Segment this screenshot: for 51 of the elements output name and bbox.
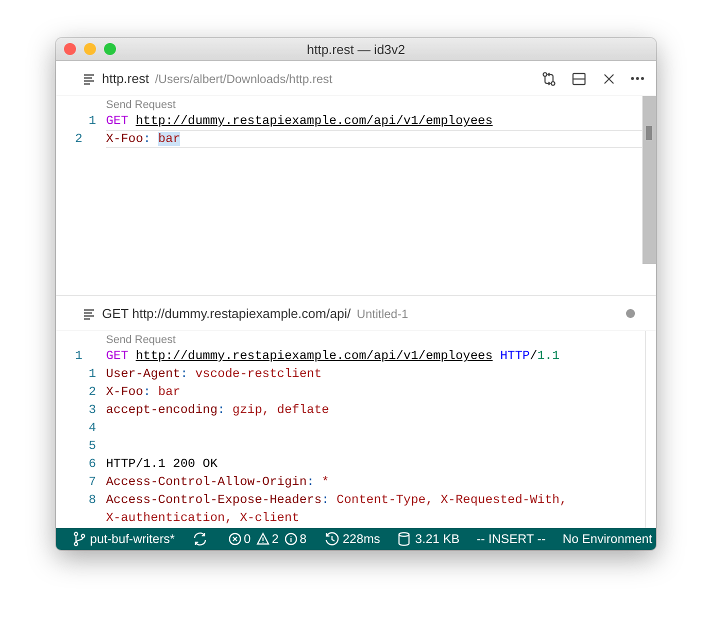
editor-tab-title[interactable]: GET http://dummy.restapiexample.com/api/ — [102, 306, 351, 321]
line-number: 5 — [88, 438, 96, 455]
line-number: 2 — [75, 131, 82, 148]
line-number: 1 — [88, 113, 96, 130]
line-number: 1 — [88, 366, 96, 383]
line-number: 4 — [88, 420, 96, 437]
line-number: 6 — [88, 456, 96, 473]
history-clock-icon — [324, 531, 339, 547]
warning-count[interactable]: 2 — [272, 532, 279, 546]
split-panel-icon — [571, 70, 587, 86]
error-count[interactable]: 0 — [244, 532, 251, 546]
database-icon — [397, 531, 412, 547]
code-line: GET http://dummy.restapiexample.com/api/v1/employees — [106, 113, 494, 130]
status-text[interactable]: No Environment — [562, 532, 652, 546]
compare-arrows-icon — [541, 70, 557, 86]
ellipsis-icon — [631, 77, 644, 80]
code-line: X-authentication, X-client — [106, 510, 300, 527]
status-duration[interactable]: 228ms — [342, 532, 380, 546]
line-number: 7 — [88, 474, 96, 491]
code-line: X-Foo: bar — [106, 384, 182, 401]
code-line: Access-Control-Allow-Origin: * — [106, 474, 330, 491]
scrollbar[interactable] — [642, 96, 656, 264]
error-circle-icon — [228, 531, 242, 547]
warning-triangle-icon — [256, 531, 270, 547]
status-branch[interactable]: put-buf-writers* — [90, 532, 175, 546]
code-line: GET http://dummy.restapiexample.com/api/v1/employees HTTP/1.1 — [106, 348, 561, 365]
editor-tab-path: /Users/albert/Downloads/http.rest — [154, 72, 332, 86]
status-size[interactable]: 3.21 KB — [415, 532, 460, 546]
send-request-link[interactable]: Send Request — [106, 96, 176, 112]
compare-changes-icon[interactable] — [541, 70, 557, 86]
editor-tab-path: Untitled-1 — [356, 306, 408, 320]
code-line: HTTP/1.1 200 OK — [106, 456, 219, 473]
editor-tab-title[interactable]: http.rest — [102, 71, 149, 86]
branch-icon — [72, 531, 86, 547]
sync-icon[interactable] — [192, 531, 208, 547]
code-line: X-Foo: bar — [106, 130, 642, 148]
sync-arrows-icon — [192, 531, 208, 547]
line-number: 3 — [88, 402, 96, 419]
send-request-link[interactable]: Send Request — [106, 331, 176, 347]
line-number: 8 — [88, 492, 96, 509]
info-count[interactable]: 8 — [300, 532, 307, 546]
line-number: 1 — [75, 348, 82, 365]
split-editor-icon[interactable] — [571, 70, 587, 86]
more-actions-icon[interactable] — [631, 77, 644, 80]
line-number: 2 — [88, 384, 96, 401]
window-title: http.rest — id3v2 — [306, 42, 406, 56]
info-circle-icon — [284, 531, 298, 547]
code-line: Access-Control-Expose-Headers: Content-Type, X-Requested-With, — [106, 492, 568, 509]
code-line: accept-encoding: gzip, deflate — [106, 402, 330, 419]
code-line: User-Agent: vscode-restclient — [106, 366, 323, 383]
status-text[interactable]: -- INSERT -- — [476, 532, 546, 546]
